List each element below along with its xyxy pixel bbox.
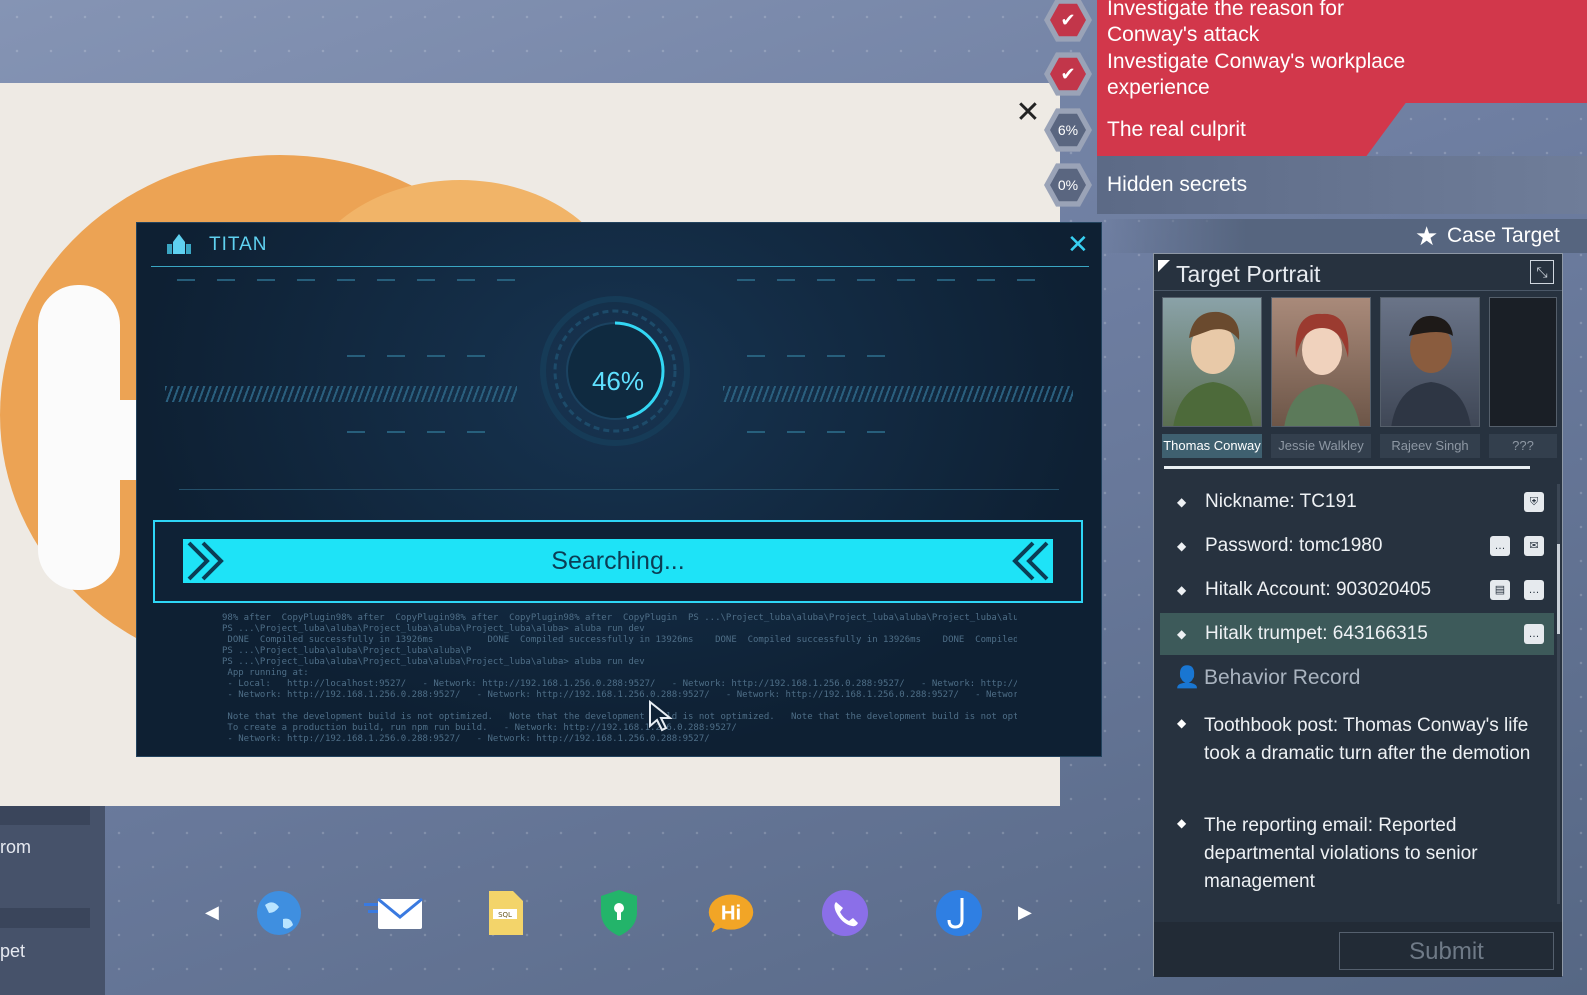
diamond-icon: ◆ [1177,627,1187,641]
portrait-name[interactable]: Jessie Walkley [1271,434,1371,458]
dock-next-arrow[interactable]: ▶ [1018,902,1032,923]
chat-icon[interactable]: … [1490,536,1510,556]
svg-text:SQL: SQL [498,911,512,919]
titan-title: TITAN [209,234,268,255]
mail-icon[interactable] [362,890,426,936]
search-status: Searching... [551,547,685,575]
info-text: Nickname: TC191 [1205,491,1357,512]
decor-line [747,431,907,433]
behavior-item: Toothbook post: Thomas Conway's life too… [1204,715,1531,764]
objective-4: Hidden secrets [1107,173,1248,196]
decor-stripes [723,386,1073,402]
info-text: Hitalk trumpet: 643166315 [1205,623,1428,644]
document-icon[interactable]: ▤ [1490,580,1510,600]
case-target-tab[interactable]: ★ Case Target [1100,219,1587,253]
diamond-icon: ◆ [1177,816,1187,830]
objective-progress-icon: 0% [1044,163,1092,207]
decor-logo-shape [38,285,120,590]
portrait-jessie-walkley[interactable] [1271,297,1371,427]
console-log: 98% after CopyPlugin98% after CopyPlugin… [222,613,1017,744]
collapse-icon[interactable]: ⤡ [1530,260,1554,284]
person-icon: 👤 [1174,666,1201,689]
decor-line [177,279,537,281]
divider [1154,290,1562,291]
portrait-name[interactable]: ??? [1489,434,1557,458]
titan-logo-icon [167,234,191,254]
objective-3: The real culprit [1107,118,1246,141]
panel-title: Target Portrait [1176,261,1321,287]
portrait-thomas-conway[interactable] [1162,297,1262,427]
objective-1: Investigate the reason for Conway's atta… [1107,0,1344,46]
shield-icon[interactable]: ⛨ [1524,492,1544,512]
decor-line [347,431,507,433]
left-sidebar: rom pet [0,805,105,995]
info-row: ◆ Hitalk Account: 903020405 ▤ … [1160,569,1554,611]
objectives-panel: ✔ Investigate the reason for Conway's at… [1040,0,1587,215]
target-portrait-panel: Target Portrait ⤡ Thomas Conway Jessie W… [1153,253,1563,977]
decor-stripes [165,386,517,402]
phone-icon[interactable] [820,890,870,936]
shield-lock-icon[interactable] [594,890,644,936]
globe-icon[interactable] [254,890,304,936]
svg-text:Hi: Hi [721,902,741,924]
dock-prev-arrow[interactable]: ◀ [205,902,219,923]
objective-2: Investigate Conway's workplace experienc… [1107,50,1406,99]
objective-check-icon: ✔ [1044,0,1092,42]
portrait-name[interactable]: Thomas Conway [1162,434,1262,458]
diamond-icon: ◆ [1177,495,1187,509]
chat-icon[interactable]: … [1524,580,1544,600]
diamond-icon: ◆ [1177,716,1187,730]
info-scrollbar[interactable] [1557,484,1560,904]
sidebar-bar [0,805,90,825]
close-icon[interactable]: ✕ [1015,98,1041,128]
case-target-label: Case Target [1447,224,1560,247]
mail-icon[interactable]: ✉ [1524,536,1544,556]
info-row: ◆ Nickname: TC191 ⛨ [1160,481,1554,523]
decor-line [737,279,1057,281]
submit-button[interactable]: Submit [1339,932,1554,970]
mouse-cursor-icon [649,700,673,732]
corner-marker [1158,260,1170,272]
decor-line [747,355,907,357]
hitalk-icon[interactable]: Hi [706,890,756,936]
decor-line [347,355,507,357]
objective-check-icon: ✔ [1044,52,1092,96]
chat-icon[interactable]: … [1524,624,1544,644]
info-row: ◆ Password: tomc1980 … ✉ [1160,525,1554,567]
info-text: Hitalk Account: 903020405 [1205,579,1432,600]
sidebar-item-1[interactable]: rom [0,837,31,858]
titan-header [151,223,1089,267]
progress-percent: 46% [591,366,645,396]
sql-file-icon[interactable]: SQL [480,890,530,936]
sidebar-bar [0,908,90,928]
info-text: Password: tomc1980 [1205,535,1383,556]
decor-line [179,489,1059,490]
star-icon: ★ [1415,221,1439,251]
diamond-icon: ◆ [1177,583,1187,597]
hook-icon[interactable] [934,890,984,936]
info-row-highlighted[interactable]: ◆ Hitalk trumpet: 643166315 … [1160,613,1554,655]
portrait-scrollbar[interactable] [1164,466,1530,469]
portrait-unknown[interactable] [1489,297,1557,427]
behavior-item: The reporting email: Reported department… [1204,815,1478,892]
sidebar-item-2[interactable]: pet [0,941,25,962]
portrait-rajeev-singh[interactable] [1380,297,1480,427]
behavior-record-heading: 👤 Behavior Record [1174,666,1361,689]
portrait-name[interactable]: Rajeev Singh [1380,434,1480,458]
objective-progress-icon: 6% [1044,108,1092,152]
close-icon[interactable]: ✕ [1067,231,1089,257]
diamond-icon: ◆ [1177,539,1187,553]
